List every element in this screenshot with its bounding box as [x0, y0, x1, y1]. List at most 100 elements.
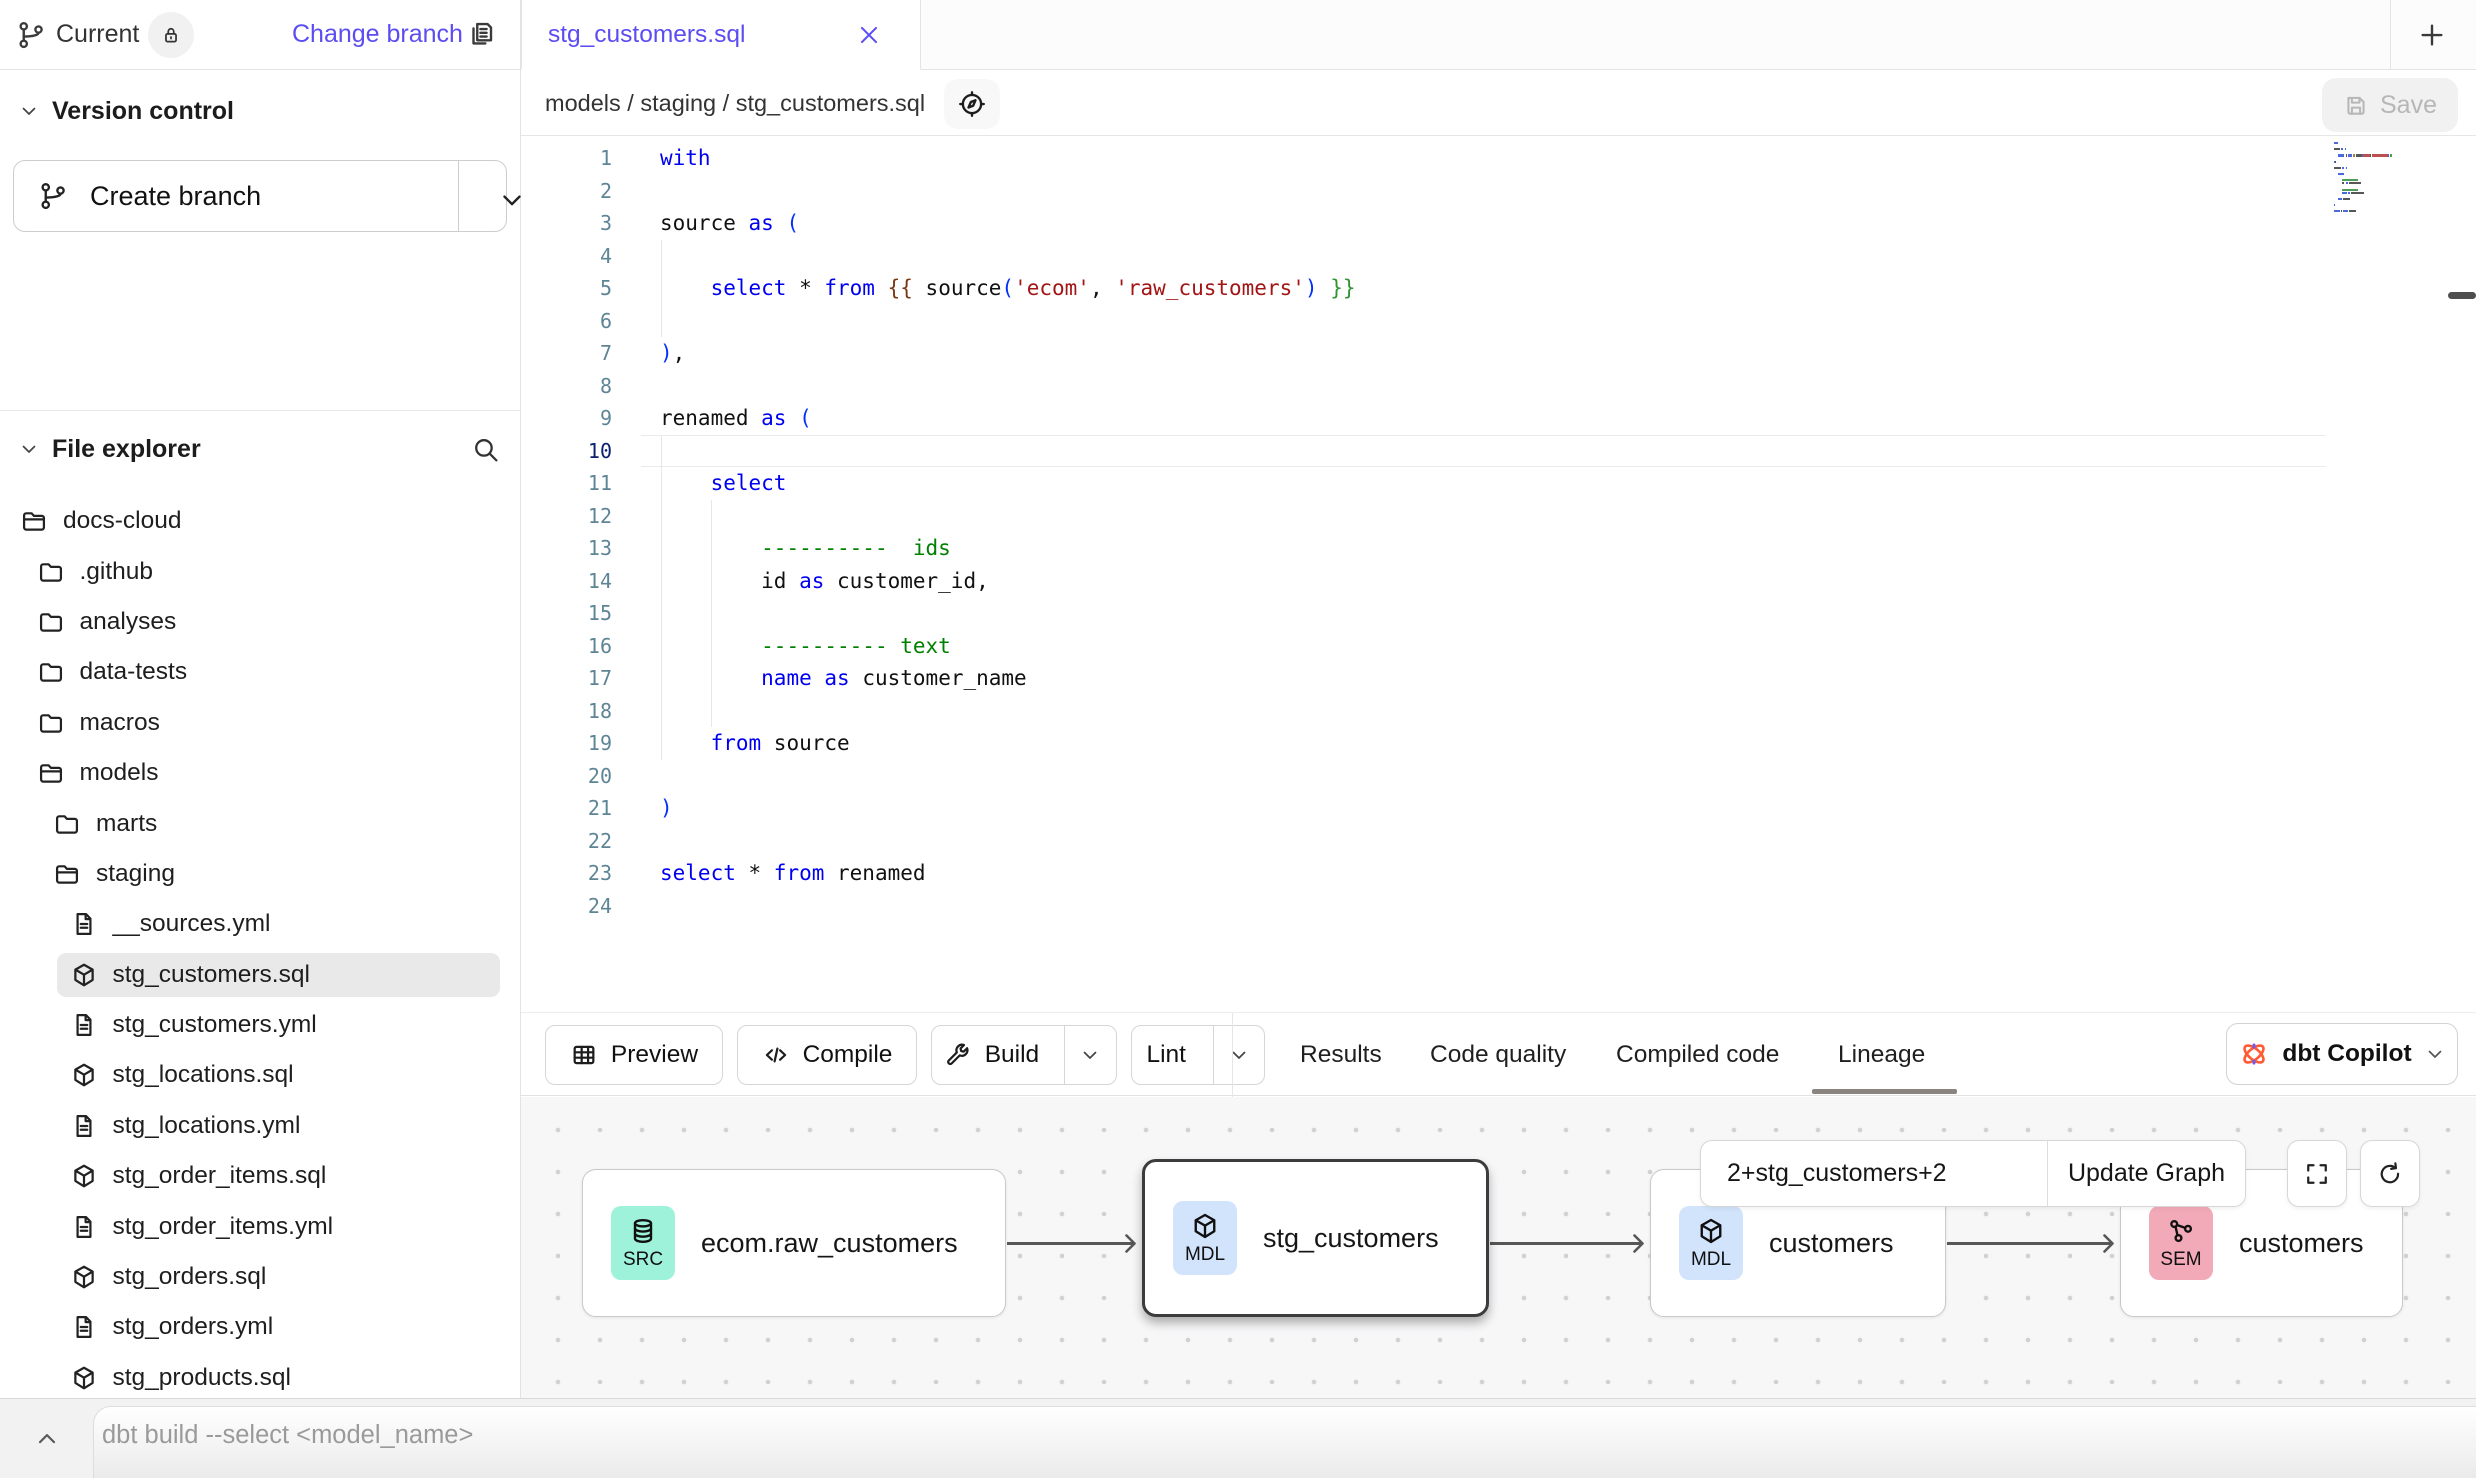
scrollbar-thumb[interactable]	[2448, 292, 2476, 299]
code-line-6[interactable]: 6	[521, 305, 2476, 338]
fullscreen-button[interactable]	[2287, 1140, 2347, 1207]
compass-icon	[957, 89, 987, 119]
tree-item-staging[interactable]: staging	[0, 849, 520, 899]
change-branch-link[interactable]: Change branch	[292, 20, 463, 49]
tree-item-stg-orders-yml[interactable]: stg_orders.yml	[0, 1302, 520, 1352]
badge-label: MDL	[1185, 1244, 1225, 1266]
lint-label: Lint	[1146, 1041, 1186, 1069]
build-button[interactable]: Build	[931, 1025, 1117, 1085]
update-graph-button[interactable]: Update Graph	[2047, 1141, 2245, 1206]
preview-button[interactable]: Preview	[545, 1025, 723, 1085]
code-line-13[interactable]: 13 ---------- ids	[521, 532, 2476, 565]
line-number: 18	[540, 695, 612, 728]
code-line-22[interactable]: 22	[521, 825, 2476, 858]
cube-icon	[70, 1061, 98, 1089]
tab-results[interactable]: Results	[1300, 1013, 1382, 1097]
divider	[1232, 1013, 1233, 1097]
file-explorer-header[interactable]: File explorer	[0, 426, 520, 472]
database-icon	[628, 1216, 658, 1246]
tree-item--github[interactable]: .github	[0, 546, 520, 596]
tree-item-marts[interactable]: marts	[0, 798, 520, 848]
lint-dropdown[interactable]	[1213, 1026, 1264, 1084]
tree-item-docs-cloud[interactable]: docs-cloud	[0, 496, 520, 546]
search-icon[interactable]	[471, 435, 500, 464]
tree-item-label: models	[80, 759, 159, 787]
line-number: 23	[540, 857, 612, 890]
close-icon[interactable]	[856, 22, 882, 48]
tree-item-stg-orders-sql[interactable]: stg_orders.sql	[0, 1252, 520, 1302]
tree-item-label: analyses	[80, 608, 177, 636]
code-line-16[interactable]: 16 ---------- text	[521, 630, 2476, 663]
tree-item-label: .github	[80, 558, 154, 586]
collapse-panel-button[interactable]	[0, 1399, 93, 1478]
tree-item-stg-customers-yml[interactable]: stg_customers.yml	[0, 1000, 520, 1050]
lineage-node-mdl-stg-customers[interactable]: MDLstg_customers	[1142, 1159, 1489, 1317]
lineage-canvas[interactable]: SRCecom.raw_customers MDLstg_customersMDL…	[521, 1097, 2476, 1398]
line-content: renamed as (	[660, 402, 812, 435]
tree-item-stg-customers-sql[interactable]: stg_customers.sql	[0, 950, 520, 1000]
tree-item--sources-yml[interactable]: __sources.yml	[0, 899, 520, 949]
line-number: 8	[540, 370, 612, 403]
code-line-18[interactable]: 18	[521, 695, 2476, 728]
code-line-12[interactable]: 12	[521, 500, 2476, 533]
minimap[interactable]	[2334, 142, 2406, 262]
tab-label: Code quality	[1430, 1041, 1566, 1069]
tab-stg-customers-sql[interactable]: stg_customers.sql	[521, 0, 921, 70]
create-branch-button[interactable]: Create branch	[13, 160, 507, 232]
lineage-node-src-ecom-raw-customers[interactable]: SRCecom.raw_customers	[582, 1169, 1006, 1317]
version-control-header[interactable]: Version control	[0, 88, 520, 134]
tree-item-macros[interactable]: macros	[0, 698, 520, 748]
code-line-15[interactable]: 15	[521, 597, 2476, 630]
code-line-9[interactable]: 9renamed as (	[521, 402, 2476, 435]
breadcrumb-row: models / staging / stg_customers.sql Sav…	[521, 70, 2476, 136]
code-line-17[interactable]: 17 name as customer_name	[521, 662, 2476, 695]
command-input[interactable]: dbt build --select <model_name>	[102, 1421, 473, 1450]
code-line-24[interactable]: 24	[521, 890, 2476, 923]
line-number: 19	[540, 727, 612, 760]
tree-item-stg-order-items-sql[interactable]: stg_order_items.sql	[0, 1151, 520, 1201]
code-line-3[interactable]: 3source as (	[521, 207, 2476, 240]
code-line-19[interactable]: 19 from source	[521, 727, 2476, 760]
code-line-1[interactable]: 1with	[521, 142, 2476, 175]
code-line-5[interactable]: 5 select * from {{ source('ecom', 'raw_c…	[521, 272, 2476, 305]
lint-button[interactable]: Lint	[1131, 1025, 1265, 1085]
compile-button[interactable]: Compile	[737, 1025, 917, 1085]
code-line-2[interactable]: 2	[521, 175, 2476, 208]
tree-item-stg-products-sql[interactable]: stg_products.sql	[0, 1353, 520, 1403]
refresh-button[interactable]	[2360, 1140, 2420, 1207]
code-line-20[interactable]: 20	[521, 760, 2476, 793]
code-line-10[interactable]: 10	[521, 435, 2476, 468]
code-line-7[interactable]: 7),	[521, 337, 2476, 370]
tree-item-stg-order-items-yml[interactable]: stg_order_items.yml	[0, 1201, 520, 1251]
lineage-edge	[1007, 1242, 1133, 1245]
code-line-21[interactable]: 21)	[521, 792, 2476, 825]
tree-item-stg-locations-sql[interactable]: stg_locations.sql	[0, 1050, 520, 1100]
tree-item-stg-locations-yml[interactable]: stg_locations.yml	[0, 1101, 520, 1151]
dbt-copilot-button[interactable]: dbt Copilot	[2226, 1023, 2458, 1085]
tab-code-quality[interactable]: Code quality	[1430, 1013, 1566, 1097]
save-button[interactable]: Save	[2322, 78, 2458, 132]
line-content: select * from {{ source('ecom', 'raw_cus…	[660, 272, 1356, 305]
copy-icon[interactable]	[466, 19, 496, 49]
folder-open-icon	[53, 860, 81, 888]
code-editor[interactable]: 1with23source as (45 select * from {{ so…	[521, 136, 2476, 1012]
tree-item-models[interactable]: models	[0, 748, 520, 798]
code-line-4[interactable]: 4	[521, 240, 2476, 273]
node-type-badge: SRC	[611, 1206, 675, 1280]
line-number: 2	[540, 175, 612, 208]
lineage-selector-input[interactable]: 2+stg_customers+2	[1701, 1141, 2047, 1206]
build-dropdown[interactable]	[1064, 1026, 1116, 1084]
branch-icon	[16, 20, 46, 50]
code-line-14[interactable]: 14 id as customer_id,	[521, 565, 2476, 598]
folder-icon	[37, 658, 65, 686]
new-tab-button[interactable]	[2417, 20, 2447, 50]
tree-item-analyses[interactable]: analyses	[0, 597, 520, 647]
code-line-11[interactable]: 11 select	[521, 467, 2476, 500]
navigate-button[interactable]	[944, 79, 1000, 129]
code-line-8[interactable]: 8	[521, 370, 2476, 403]
code-line-23[interactable]: 23select * from renamed	[521, 857, 2476, 890]
tab-lineage[interactable]: Lineage	[1838, 1013, 1925, 1097]
tab-compiled-code[interactable]: Compiled code	[1616, 1013, 1779, 1097]
tree-item-data-tests[interactable]: data-tests	[0, 647, 520, 697]
build-label: Build	[985, 1041, 1039, 1069]
